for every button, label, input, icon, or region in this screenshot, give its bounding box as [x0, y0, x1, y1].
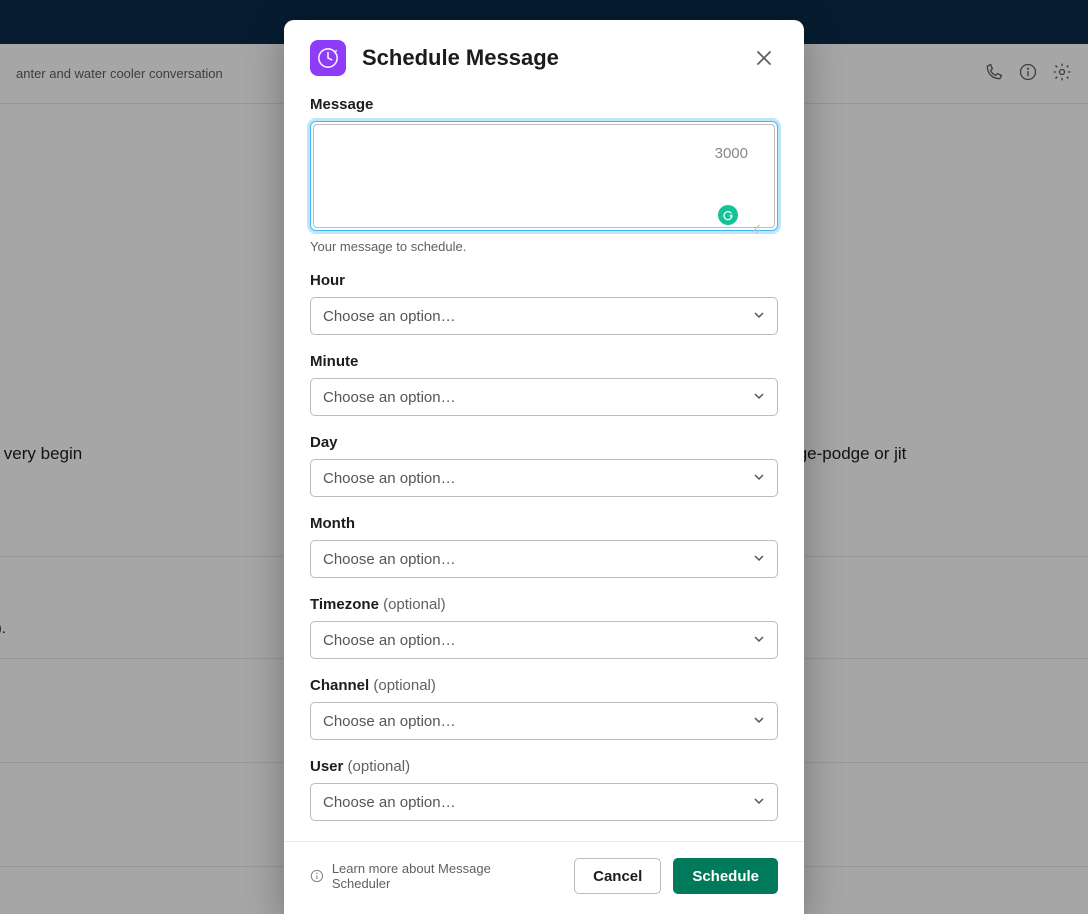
- chevron-down-icon: [753, 713, 765, 730]
- user-label-text: User: [310, 758, 343, 775]
- day-label: Day: [310, 434, 778, 451]
- user-select[interactable]: Choose an option…: [310, 783, 778, 821]
- chevron-down-icon: [753, 470, 765, 487]
- channel-label: Channel (optional): [310, 677, 778, 694]
- user-optional: (optional): [343, 758, 410, 775]
- channel-label-text: Channel: [310, 677, 369, 694]
- timezone-select[interactable]: Choose an option…: [310, 621, 778, 659]
- month-label: Month: [310, 515, 778, 532]
- close-icon: [756, 50, 772, 66]
- chevron-down-icon: [753, 551, 765, 568]
- minute-label-text: Minute: [310, 353, 358, 370]
- chevron-down-icon: [753, 308, 765, 325]
- timezone-label: Timezone (optional): [310, 596, 778, 613]
- app-icon: [310, 40, 346, 76]
- message-textarea[interactable]: 3000: [313, 124, 775, 228]
- day-select[interactable]: Choose an option…: [310, 459, 778, 497]
- channel-select[interactable]: Choose an option…: [310, 702, 778, 740]
- schedule-button[interactable]: Schedule: [673, 858, 778, 894]
- schedule-message-modal: Schedule Message Message 3000 Your mess: [284, 20, 804, 914]
- day-label-text: Day: [310, 434, 338, 451]
- month-label-text: Month: [310, 515, 355, 532]
- timezone-optional: (optional): [379, 596, 446, 613]
- modal-title: Schedule Message: [362, 45, 559, 71]
- minute-select[interactable]: Choose an option…: [310, 378, 778, 416]
- timezone-select-value: Choose an option…: [323, 632, 456, 649]
- timezone-label-text: Timezone: [310, 596, 379, 613]
- close-button[interactable]: [750, 44, 778, 72]
- month-select-value: Choose an option…: [323, 551, 456, 568]
- grammarly-icon[interactable]: [718, 205, 738, 225]
- hour-label-text: Hour: [310, 272, 345, 289]
- cancel-button[interactable]: Cancel: [574, 858, 661, 894]
- user-select-value: Choose an option…: [323, 794, 456, 811]
- hour-select[interactable]: Choose an option…: [310, 297, 778, 335]
- modal-body[interactable]: Message 3000 Your message to schedule. H…: [284, 86, 804, 841]
- chevron-down-icon: [753, 632, 765, 649]
- message-label: Message: [310, 96, 778, 113]
- modal-footer: Learn more about Message Scheduler Cance…: [284, 841, 804, 914]
- modal-header: Schedule Message: [284, 20, 804, 86]
- channel-optional: (optional): [369, 677, 436, 694]
- month-select[interactable]: Choose an option…: [310, 540, 778, 578]
- learn-more-text: Learn more about Message Scheduler: [332, 861, 550, 891]
- learn-more-link[interactable]: Learn more about Message Scheduler: [310, 861, 550, 891]
- minute-label: Minute: [310, 353, 778, 370]
- user-label: User (optional): [310, 758, 778, 775]
- chevron-down-icon: [753, 794, 765, 811]
- hour-label: Hour: [310, 272, 778, 289]
- channel-select-value: Choose an option…: [323, 713, 456, 730]
- message-field-wrap: 3000: [310, 121, 778, 231]
- chevron-down-icon: [753, 389, 765, 406]
- info-icon: [310, 869, 324, 883]
- resize-handle[interactable]: [748, 221, 760, 233]
- hour-select-value: Choose an option…: [323, 308, 456, 325]
- message-helper: Your message to schedule.: [310, 239, 778, 254]
- char-counter: 3000: [715, 145, 748, 162]
- day-select-value: Choose an option…: [323, 470, 456, 487]
- minute-select-value: Choose an option…: [323, 389, 456, 406]
